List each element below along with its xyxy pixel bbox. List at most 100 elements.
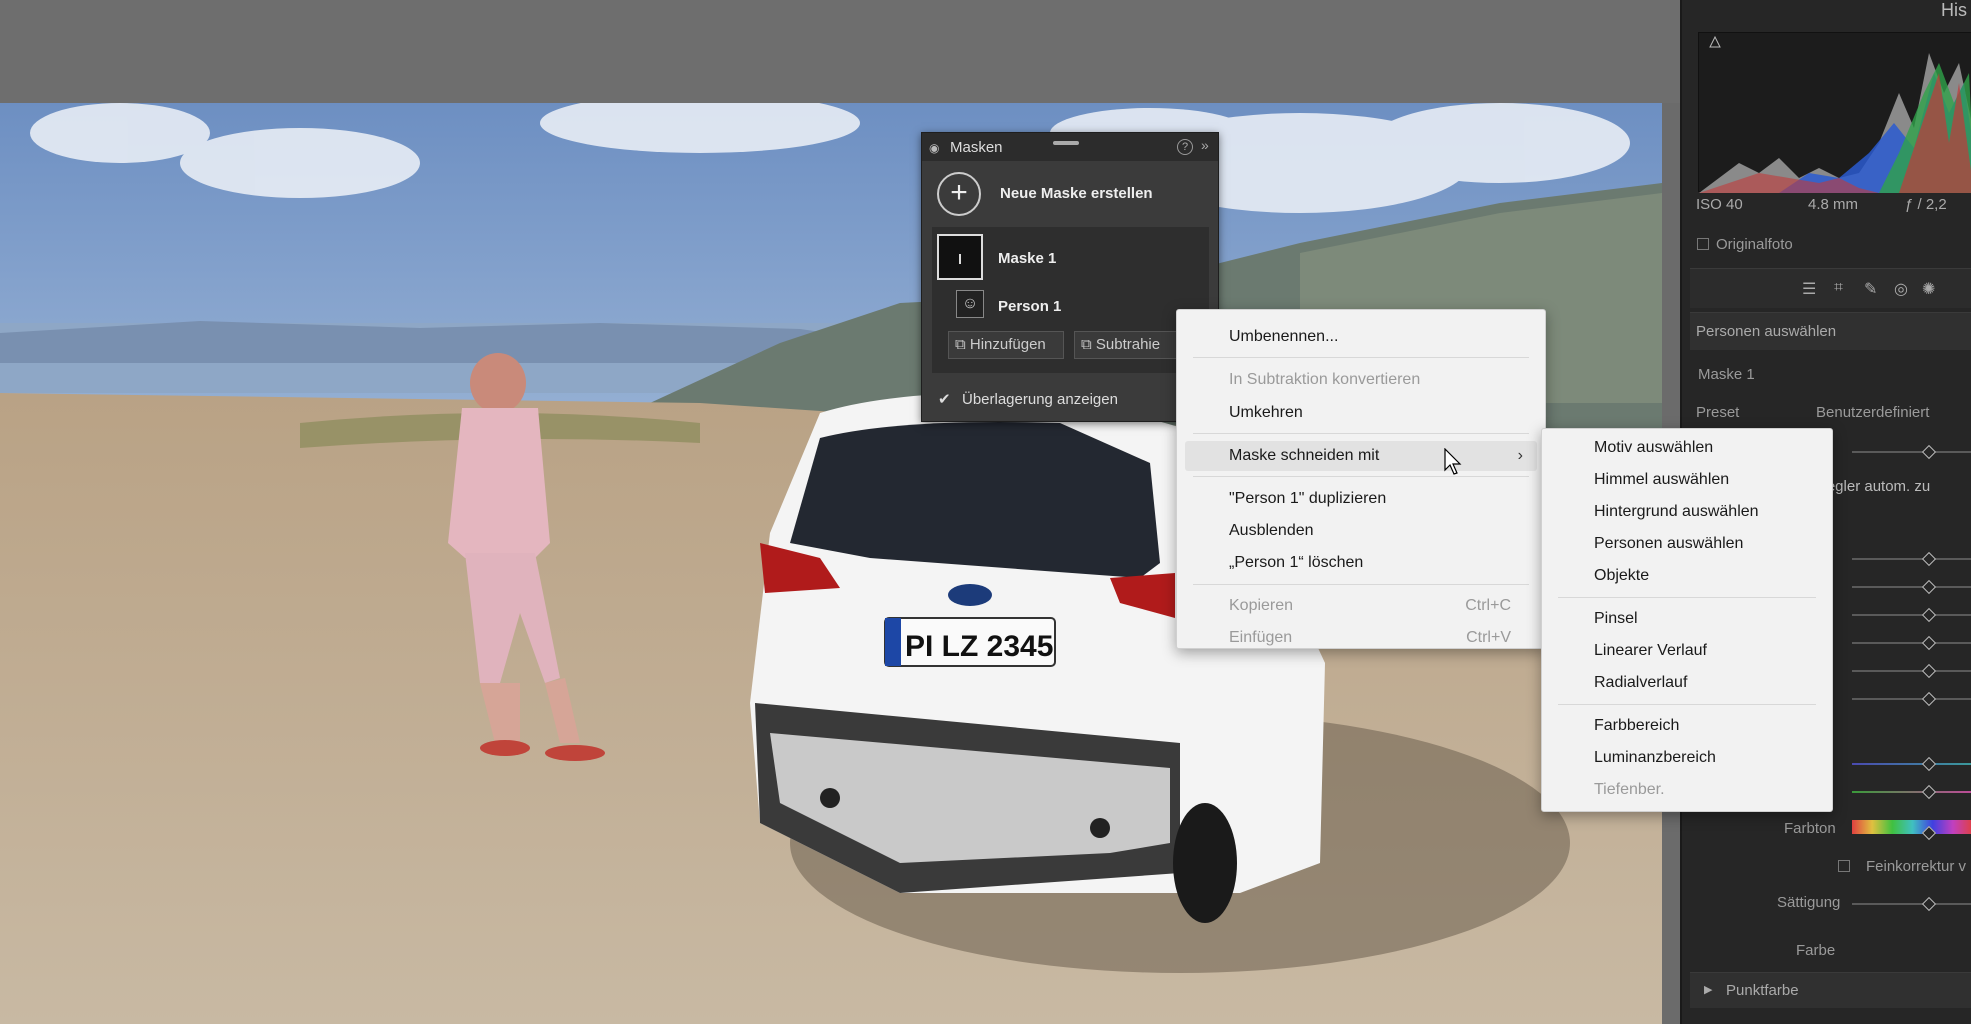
histogram [1698,32,1971,193]
tool-strip: ☰ ⌗ ✎ ◎ ✺ [1690,268,1971,308]
spot-color-label: Punktfarbe [1726,982,1799,999]
menu-intersect-label: Maske schneiden mit [1229,447,1380,464]
hue-gradient-bar[interactable] [1852,820,1971,834]
top-gray-area [0,0,1680,103]
menu-copy: Kopieren Ctrl+C [1177,591,1545,621]
submenu-linear-gradient[interactable]: Linearer Verlauf [1542,636,1832,666]
submenu-select-subject[interactable]: Motiv auswählen [1542,433,1832,463]
subtract-button-label: Subtrahie [1095,336,1161,353]
submenu-radial-gradient[interactable]: Radialverlauf [1542,668,1832,698]
edit-icon[interactable]: ☰ [1802,279,1816,299]
slider-highlights-thumb[interactable] [1921,663,1937,679]
menu-copy-shortcut: Ctrl+C [1465,597,1511,614]
help-icon[interactable]: ? [1177,139,1193,155]
saturation-label: Sättigung [1777,894,1841,911]
auto-adjust-label[interactable]: Regler autom. zu [1816,478,1930,495]
slider-contrast-thumb[interactable] [1921,635,1937,651]
collapse-icon[interactable]: » [1201,137,1209,153]
slider-shadows[interactable] [1852,698,1971,700]
slider-green[interactable] [1852,791,1971,793]
menu-paste-shortcut: Ctrl+V [1466,629,1511,646]
mask1-thumbnail[interactable] [937,234,983,280]
original-photo-checkbox[interactable] [1697,238,1709,250]
drag-handle[interactable] [1053,141,1079,145]
saturation-slider-thumb[interactable] [1921,896,1937,912]
overlay-checkbox[interactable]: ✔ [938,390,951,408]
select-people-section[interactable]: Personen auswählen [1690,312,1971,350]
select-people-header: Personen auswählen [1696,323,1837,340]
submenu-luminance-range[interactable]: Luminanzbereich [1542,743,1832,773]
slider-tint[interactable] [1852,586,1971,588]
menu-duplicate[interactable]: "Person 1" duplizieren [1177,484,1545,514]
menu-intersect-with[interactable]: Maske schneiden mit › [1185,441,1537,471]
slider-blue[interactable] [1852,763,1971,765]
preset-label: Preset [1696,404,1740,421]
menu-delete[interactable]: „Person 1“ löschen [1177,548,1545,578]
hue-label: Farbton [1784,820,1836,837]
color-label: Farbe [1796,942,1836,959]
histogram-iso: ISO 40 [1696,196,1743,213]
slider-contrast[interactable] [1852,642,1971,644]
license-plate-text: PI LZ 2345 [905,630,1053,663]
slider-exposure[interactable] [1852,614,1971,616]
overlay-label: Überlagerung anzeigen [962,391,1118,408]
mask1-label[interactable]: Maske 1 [998,250,1056,267]
eye-icon[interactable]: ◉ [929,141,939,155]
menu-paste: Einfügen Ctrl+V [1177,623,1545,653]
person-icon[interactable]: ☺ [956,290,984,318]
subtract-icon: ⧉ [1081,336,1096,353]
amount-slider-thumb[interactable] [1921,444,1937,460]
slider-shadows-thumb[interactable] [1921,691,1937,707]
saturation-slider[interactable] [1852,903,1971,905]
mask-list: Maske 1 ☺ Person 1 ⧉ Hinzufügen ⧉ Subtra… [932,227,1209,373]
menu-invert[interactable]: Umkehren [1177,398,1545,428]
mask-name-label: Maske 1 [1698,366,1755,383]
slider-highlights[interactable] [1852,670,1971,672]
amount-slider[interactable] [1852,451,1971,453]
masking-icon[interactable]: ✺ [1922,279,1935,299]
submenu-select-people[interactable]: Personen auswählen [1542,529,1832,559]
spot-color-section[interactable]: ▶ Punktfarbe [1690,972,1971,1008]
submenu-depth-range: Tiefenber. [1594,781,1665,798]
menu-separator [1193,476,1529,477]
triangle-right-icon: ▶ [1704,984,1713,996]
slider-exposure-thumb[interactable] [1921,607,1937,623]
add-button-label: Hinzufügen [969,336,1046,353]
new-mask-label[interactable]: Neue Maske erstellen [1000,185,1153,202]
slider-temp-thumb[interactable] [1921,551,1937,567]
submenu-select-background[interactable]: Hintergrund auswählen [1542,497,1832,527]
redeye-icon[interactable]: ◎ [1894,279,1908,299]
slider-tint-thumb[interactable] [1921,579,1937,595]
fine-adjust-label: Feinkorrektur v [1866,858,1967,875]
new-mask-button[interactable]: + [937,172,981,216]
mouse-cursor-icon [1444,448,1462,475]
preset-value[interactable]: Benutzerdefiniert [1816,404,1929,421]
healing-icon[interactable]: ✎ [1864,279,1877,299]
masks-panel-header[interactable]: ◉ Masken ? » [922,133,1218,161]
submenu-select-sky[interactable]: Himmel auswählen [1542,465,1832,495]
masks-panel-title: Masken [950,139,1003,156]
context-menu: Umbenennen... In Subtraktion konvertiere… [1176,309,1546,649]
submenu-objects[interactable]: Objekte [1542,561,1832,591]
menu-convert-subtraction: In Subtraktion konvertieren [1229,371,1421,388]
submenu-color-range[interactable]: Farbbereich [1542,711,1832,741]
menu-hide[interactable]: Ausblenden [1177,516,1545,546]
slider-blue-thumb[interactable] [1921,756,1937,772]
intersect-submenu: Motiv auswählen Himmel auswählen Hinterg… [1541,428,1833,812]
menu-paste-label: Einfügen [1229,629,1293,646]
person1-label[interactable]: Person 1 [998,298,1061,315]
slider-temp[interactable] [1852,558,1971,560]
histogram-title: His [1941,0,1967,20]
slider-green-thumb[interactable] [1921,784,1937,800]
chevron-right-icon: › [1517,447,1523,464]
menu-separator [1193,357,1529,358]
menu-copy-label: Kopieren [1229,597,1294,614]
submenu-brush[interactable]: Pinsel [1542,604,1832,634]
histogram-graph [1699,35,1971,193]
original-photo-label: Originalfoto [1716,236,1793,253]
add-icon: ⧉ [955,336,970,353]
add-button[interactable]: ⧉ Hinzufügen [948,331,1064,359]
crop-icon[interactable]: ⌗ [1834,279,1843,297]
menu-rename[interactable]: Umbenennen... [1177,322,1545,352]
fine-adjust-checkbox[interactable] [1838,860,1850,872]
